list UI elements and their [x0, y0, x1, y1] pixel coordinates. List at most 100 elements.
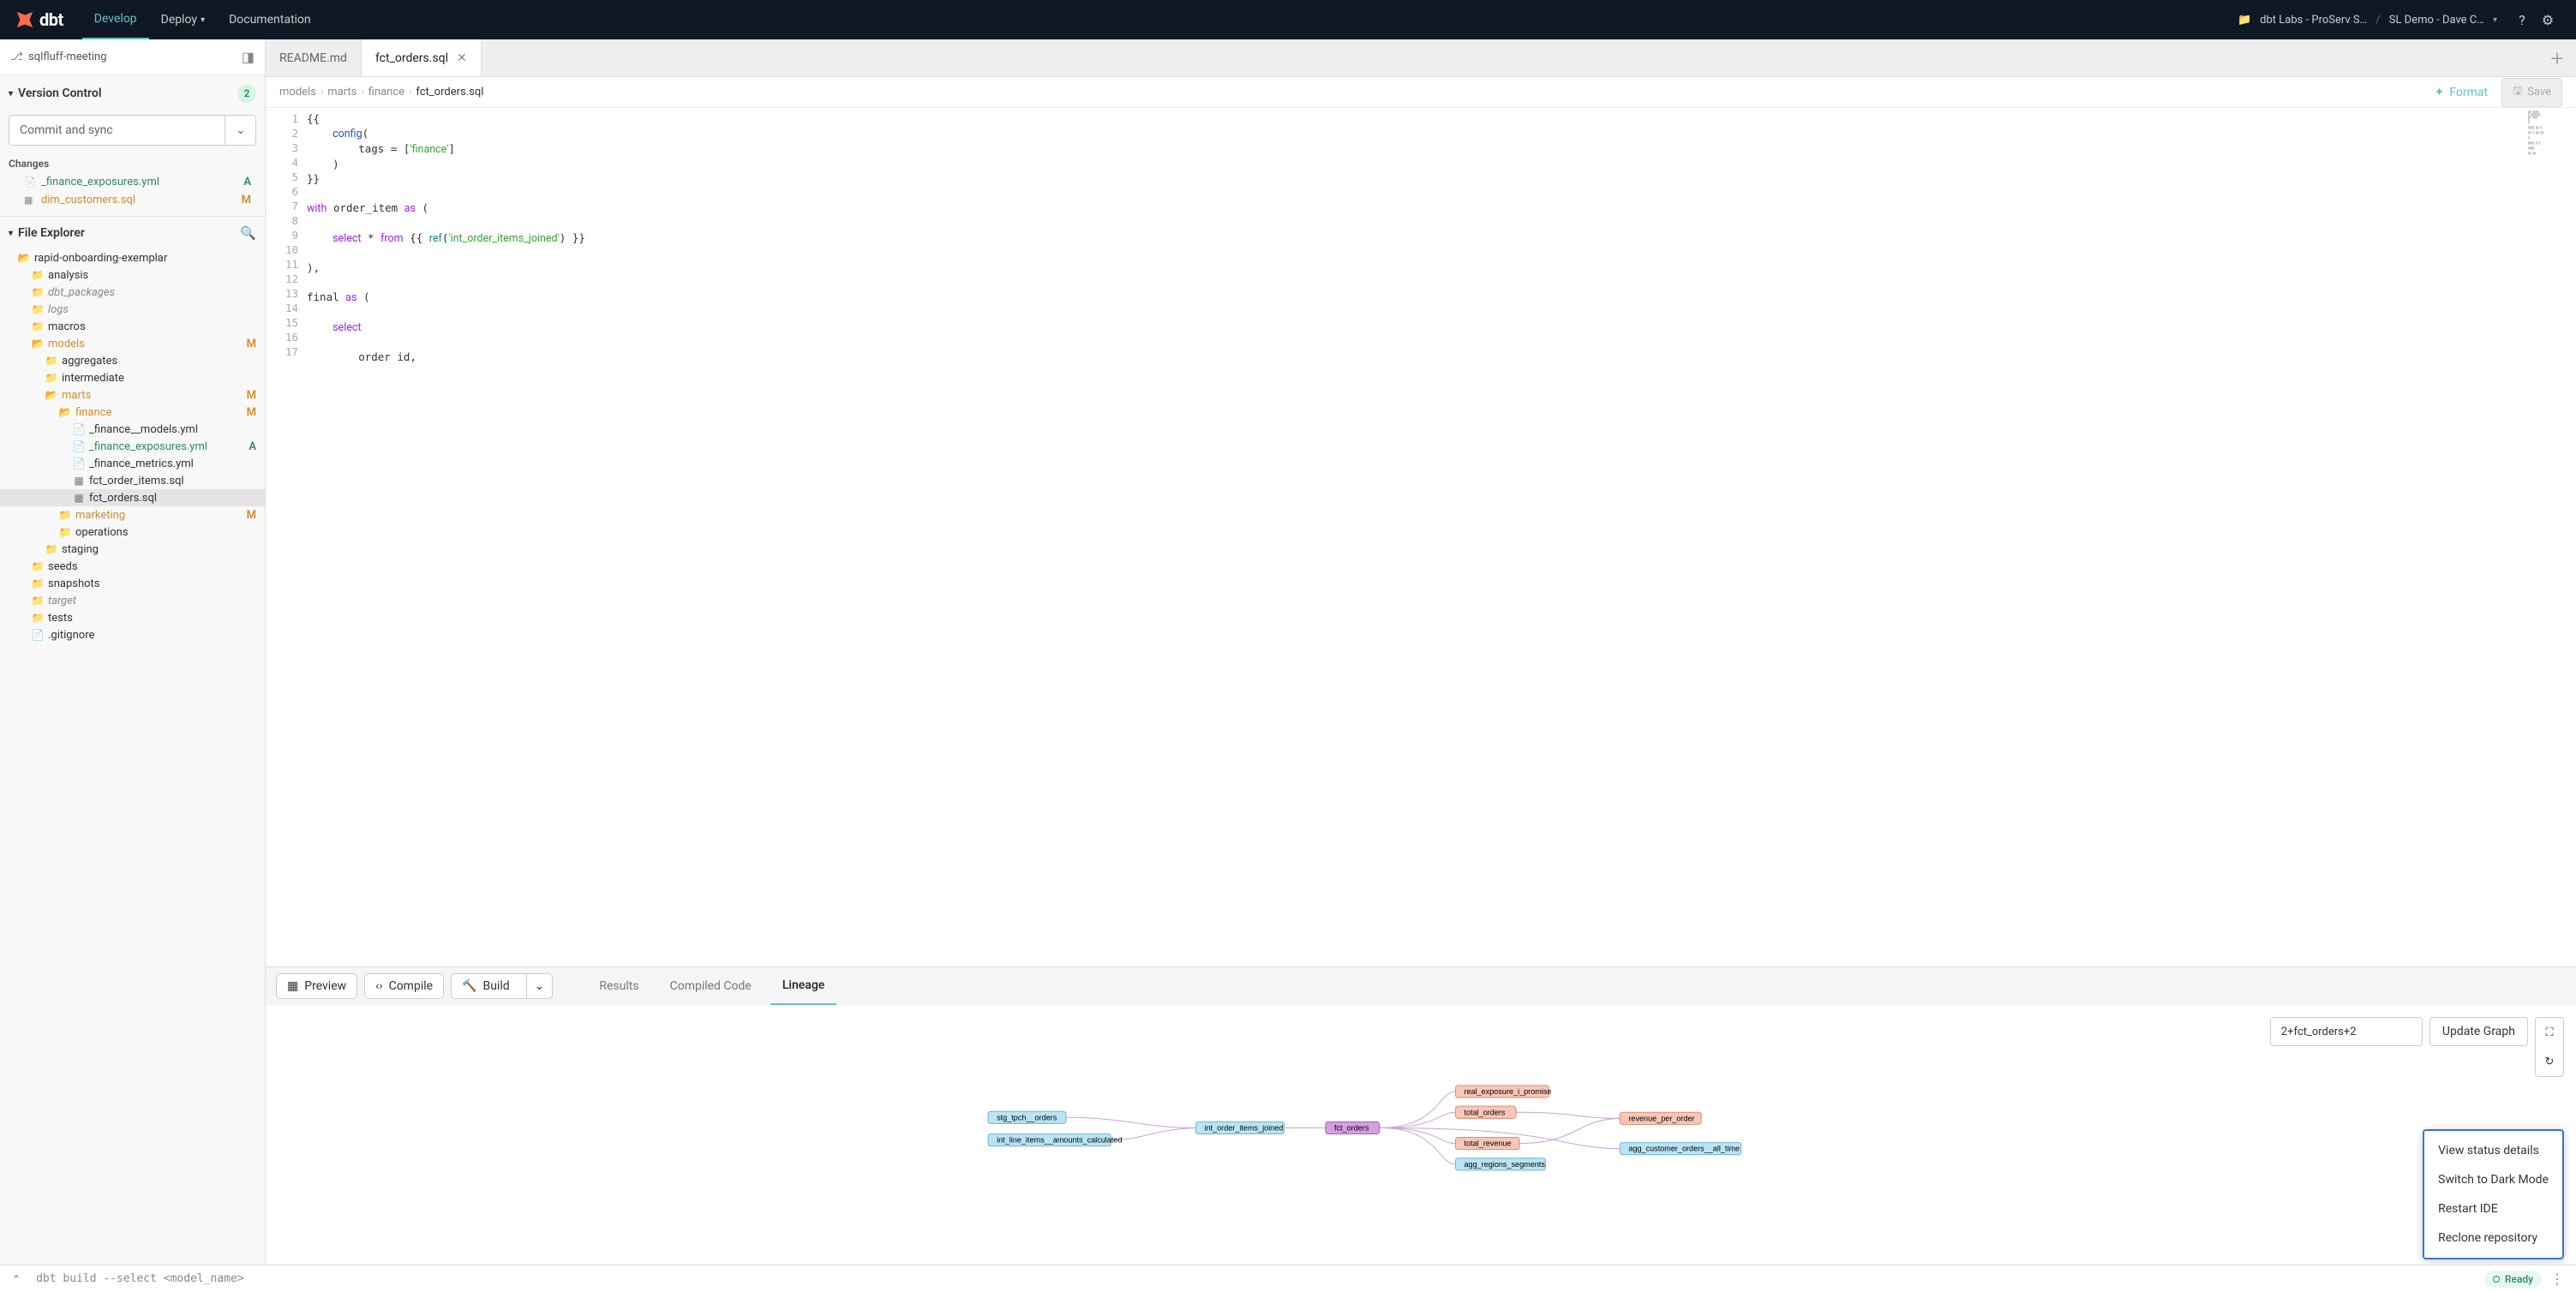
tree-item-status: M — [247, 338, 256, 350]
branch-switcher[interactable]: ⎇ sqlfluff-meeting ◨ — [0, 39, 265, 75]
compile-button[interactable]: ‹›Compile — [364, 973, 444, 999]
lineage-selector-input[interactable] — [2270, 1017, 2423, 1046]
commit-dropdown[interactable]: ⌄ — [225, 116, 255, 145]
tree-row[interactable]: 📂financeM — [0, 404, 265, 421]
tree-row[interactable]: 📂martsM — [0, 386, 265, 404]
chevron-down-icon: ▾ — [9, 229, 13, 238]
tree-item-status: M — [247, 406, 256, 419]
tree-row[interactable]: 📁aggregates — [0, 352, 265, 369]
new-tab-button[interactable]: ＋ — [2538, 39, 2576, 76]
tree-row[interactable]: 📁intermediate — [0, 369, 265, 386]
folder-file-icon: 📁 — [45, 543, 58, 555]
tree-row[interactable]: 📁seeds — [0, 558, 265, 575]
menu-view-status[interactable]: View status details — [2424, 1136, 2562, 1165]
breadcrumb[interactable]: finance — [368, 86, 404, 99]
tree-row[interactable]: 📁logs — [0, 301, 265, 318]
chevron-up-icon[interactable]: ⌃ — [12, 1273, 21, 1285]
tree-row[interactable]: 📄_finance_exposures.ymlA — [0, 438, 265, 455]
build-dropdown[interactable]: ⌄ — [526, 974, 553, 998]
command-input[interactable]: dbt build --select <model_name> — [36, 1272, 2484, 1285]
change-item[interactable]: ▦ dim_customers.sql M — [0, 191, 265, 209]
folder-file-icon: 📁 — [31, 303, 45, 315]
build-label: Build — [482, 979, 509, 993]
preview-button[interactable]: ▦Preview — [276, 973, 357, 999]
breadcrumb[interactable]: models — [279, 86, 316, 99]
editor-content[interactable]: {{ config( tags = ['finance'] ) }} with … — [307, 108, 2576, 966]
folder-file-icon: 📁 — [31, 560, 45, 572]
tree-row[interactable]: 📄.gitignore — [0, 626, 265, 643]
status-dot-icon — [2493, 1276, 2500, 1283]
hammer-icon: 🔨 — [462, 979, 476, 993]
search-icon[interactable]: 🔍 — [240, 225, 256, 241]
tree-row[interactable]: 📁operations — [0, 523, 265, 541]
node-fct-orders[interactable]: fct_orders — [1326, 1122, 1380, 1133]
tree-row[interactable]: 📁target — [0, 592, 265, 609]
account-switcher[interactable]: 📁 dbt Labs - ProServ S… / SL Demo - Dave… — [2238, 14, 2497, 27]
tree-row[interactable]: ▦fct_order_items.sql — [0, 472, 265, 489]
file-explorer-header[interactable]: ▾ File Explorer 🔍 — [0, 217, 265, 249]
folder-file-icon: 📁 — [31, 612, 45, 624]
nav-documentation[interactable]: Documentation — [217, 0, 323, 39]
folder-file-icon: 📁 — [45, 355, 58, 367]
build-button[interactable]: 🔨 Build ⌄ — [451, 973, 553, 999]
close-icon[interactable]: ✕ — [457, 51, 467, 65]
ide-status-ready[interactable]: Ready — [2484, 1271, 2542, 1288]
code-editor[interactable]: 1234567891011121314151617 {{ config( tag… — [266, 108, 2576, 966]
node-agg-customer-orders[interactable]: agg_customer_orders__all_time — [1620, 1143, 1740, 1155]
nav-deploy[interactable]: Deploy▾ — [149, 0, 217, 39]
update-graph-button[interactable]: Update Graph — [2429, 1017, 2528, 1046]
tab-readme[interactable]: README.md — [266, 39, 362, 76]
node-total-revenue[interactable]: total_revenue — [1455, 1138, 1519, 1150]
lineage-graph[interactable]: Update Graph ⛶ ↻ — [266, 1005, 2576, 1265]
logo[interactable]: dbt — [15, 9, 63, 30]
sidebar: ⎇ sqlfluff-meeting ◨ ▾ Version Control 2… — [0, 39, 266, 1265]
results-tab-lineage[interactable]: Lineage — [770, 967, 836, 1005]
change-item[interactable]: 📄 _finance_exposures.yml A — [0, 173, 265, 191]
tree-row[interactable]: 📂rapid-onboarding-exemplar — [0, 249, 265, 266]
folder-file-icon: 📂 — [17, 252, 31, 264]
panel-toggle-icon[interactable]: ◨ — [242, 49, 255, 65]
menu-restart-ide[interactable]: Restart IDE — [2424, 1194, 2562, 1223]
tree-row[interactable]: 📁marketingM — [0, 506, 265, 523]
tree-row[interactable]: 📂modelsM — [0, 335, 265, 352]
version-control-header[interactable]: ▾ Version Control 2 — [0, 75, 265, 111]
svg-text:real_exposure_i_promise: real_exposure_i_promise — [1465, 1087, 1552, 1096]
results-tab-compiled[interactable]: Compiled Code — [658, 967, 764, 1005]
tree-row[interactable]: 📄_finance__models.yml — [0, 421, 265, 438]
expand-icon[interactable]: ⛶ — [2545, 1026, 2553, 1039]
node-int-order-items[interactable]: int_order_items_joined — [1195, 1122, 1284, 1133]
more-icon[interactable]: ⋮ — [2550, 1271, 2564, 1287]
commit-and-sync-button[interactable]: Commit and sync ⌄ — [9, 115, 256, 146]
node-real-exposure[interactable]: real_exposure_i_promise — [1455, 1086, 1551, 1098]
tabbar: README.md fct_orders.sql ✕ ＋ — [266, 39, 2576, 77]
tree-row[interactable]: 📁dbt_packages — [0, 284, 265, 301]
gear-icon[interactable]: ⚙ — [2535, 12, 2561, 28]
nav-develop[interactable]: Develop — [82, 0, 149, 39]
node-agg-regions[interactable]: agg_regions_segments — [1455, 1158, 1545, 1170]
tree-row[interactable]: 📁staging — [0, 541, 265, 558]
menu-dark-mode[interactable]: Switch to Dark Mode — [2424, 1165, 2562, 1194]
tree-row[interactable]: 📁tests — [0, 609, 265, 626]
refresh-icon[interactable]: ↻ — [2545, 1056, 2555, 1068]
format-button[interactable]: ✦Format — [2435, 86, 2489, 99]
tree-row[interactable]: 📁analysis — [0, 266, 265, 284]
file-icon: 📄 — [24, 176, 36, 188]
format-label: Format — [2449, 86, 2488, 99]
menu-reclone[interactable]: Reclone repository — [2424, 1223, 2562, 1253]
breadcrumb[interactable]: marts — [327, 86, 356, 99]
tree-row[interactable]: 📄_finance_metrics.yml — [0, 455, 265, 472]
tab-label: fct_orders.sql — [375, 51, 448, 65]
tree-row[interactable]: ▦fct_orders.sql — [0, 489, 265, 506]
folder-file-icon: 📁 — [31, 269, 45, 281]
changes-count-badge: 2 — [237, 84, 256, 103]
node-total-orders[interactable]: total_orders — [1455, 1106, 1516, 1118]
tab-fct-orders[interactable]: fct_orders.sql ✕ — [362, 39, 482, 76]
results-tab-results[interactable]: Results — [587, 967, 650, 1005]
tree-row[interactable]: 📁snapshots — [0, 575, 265, 592]
node-int-line-items[interactable]: int_line_items__amounts_calculated — [988, 1133, 1122, 1145]
tree-row[interactable]: 📁macros — [0, 318, 265, 335]
folder-file-icon: 📄 — [72, 440, 86, 452]
help-icon[interactable]: ? — [2509, 12, 2535, 28]
node-revenue-per-order[interactable]: revenue_per_order — [1620, 1112, 1701, 1124]
node-stg-tpch-orders[interactable]: stg_tpch__orders — [988, 1111, 1066, 1123]
